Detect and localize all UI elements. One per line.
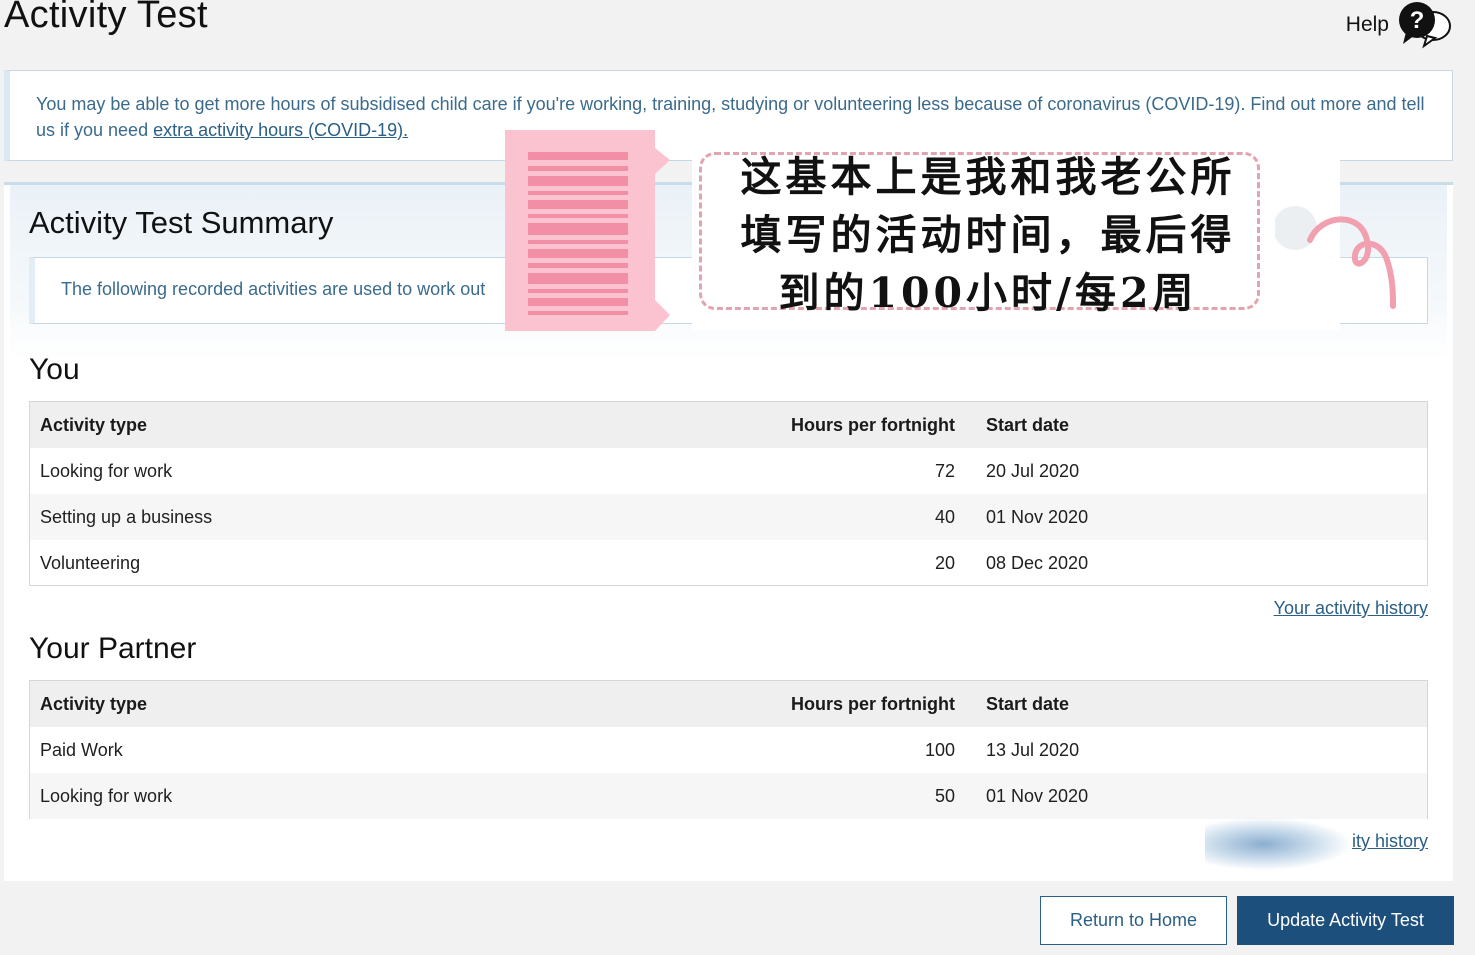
you-heading: You xyxy=(29,353,80,386)
start-date-cell: 20 Jul 2020 xyxy=(986,460,1080,481)
note-line: 填写的活动时间，最后得 xyxy=(740,211,1236,259)
column-header: Hours per fortnight xyxy=(791,693,955,714)
note-line: 这基本上是我和我老公所 xyxy=(740,153,1236,201)
help-button[interactable]: Help ? xyxy=(1346,0,1453,50)
blur-redaction xyxy=(1205,818,1350,870)
your-activity-history-link[interactable]: Your activity history xyxy=(1274,598,1428,619)
table-row: Looking for work 50 01 Nov 2020 xyxy=(30,773,1427,819)
decorative-squiggle xyxy=(1275,206,1396,309)
hours-cell: 40 xyxy=(934,506,955,527)
note-line: 到的100小时/每2周 xyxy=(778,269,1198,317)
page-title: Activity Test xyxy=(4,0,208,36)
hours-cell: 20 xyxy=(934,552,955,573)
hours-cell: 50 xyxy=(934,785,955,806)
handwritten-note-overlay: 这基本上是我和我老公所 填写的活动时间，最后得 到的100小时/每2周 xyxy=(692,140,1340,330)
table-row: Setting up a business 40 01 Nov 2020 xyxy=(30,494,1427,540)
column-header: Start date xyxy=(986,414,1070,435)
table-header-row: Activity type Hours per fortnight Start … xyxy=(30,402,1427,448)
activity-type-cell: Setting up a business xyxy=(40,506,213,527)
partner-heading: Your Partner xyxy=(29,632,197,665)
column-header: Hours per fortnight xyxy=(791,414,955,435)
activity-type-cell: Looking for work xyxy=(40,460,173,481)
column-header: Activity type xyxy=(40,693,148,714)
note-text: 这基本上是我和我老公所 填写的活动时间，最后得 到的100小时/每2周 xyxy=(702,148,1274,322)
hours-cell: 72 xyxy=(934,460,955,481)
activity-type-cell: Volunteering xyxy=(40,552,141,573)
activity-type-cell: Paid Work xyxy=(40,739,123,760)
question-bubble-icon: ? xyxy=(1399,2,1451,49)
hours-cell: 100 xyxy=(924,739,955,760)
partner-activity-history-link[interactable]: ity history xyxy=(1352,831,1428,852)
start-date-cell: 13 Jul 2020 xyxy=(986,739,1080,760)
start-date-cell: 01 Nov 2020 xyxy=(986,506,1089,527)
column-header: Start date xyxy=(986,693,1070,714)
help-label: Help xyxy=(1345,13,1389,36)
activity-type-cell: Looking for work xyxy=(40,785,173,806)
barcode-sticker xyxy=(505,130,670,331)
svg-text:?: ? xyxy=(1410,7,1425,34)
update-activity-test-button[interactable]: Update Activity Test xyxy=(1237,896,1454,945)
you-activity-table: Activity type Hours per fortnight Start … xyxy=(29,401,1428,586)
table-row: Volunteering 20 08 Dec 2020 xyxy=(30,540,1427,586)
extra-activity-hours-link[interactable]: extra activity hours (COVID-19). xyxy=(153,120,408,140)
table-row: Looking for work 72 20 Jul 2020 xyxy=(30,448,1427,494)
table-row: Paid Work 100 13 Jul 2020 xyxy=(30,727,1427,773)
partner-activity-table: Activity type Hours per fortnight Start … xyxy=(29,680,1428,819)
table-header-row: Activity type Hours per fortnight Start … xyxy=(30,681,1427,727)
start-date-cell: 08 Dec 2020 xyxy=(986,552,1089,573)
start-date-cell: 01 Nov 2020 xyxy=(986,785,1089,806)
summary-title: Activity Test Summary xyxy=(29,205,334,240)
column-header: Activity type xyxy=(40,414,148,435)
return-to-home-button[interactable]: Return to Home xyxy=(1040,896,1227,945)
